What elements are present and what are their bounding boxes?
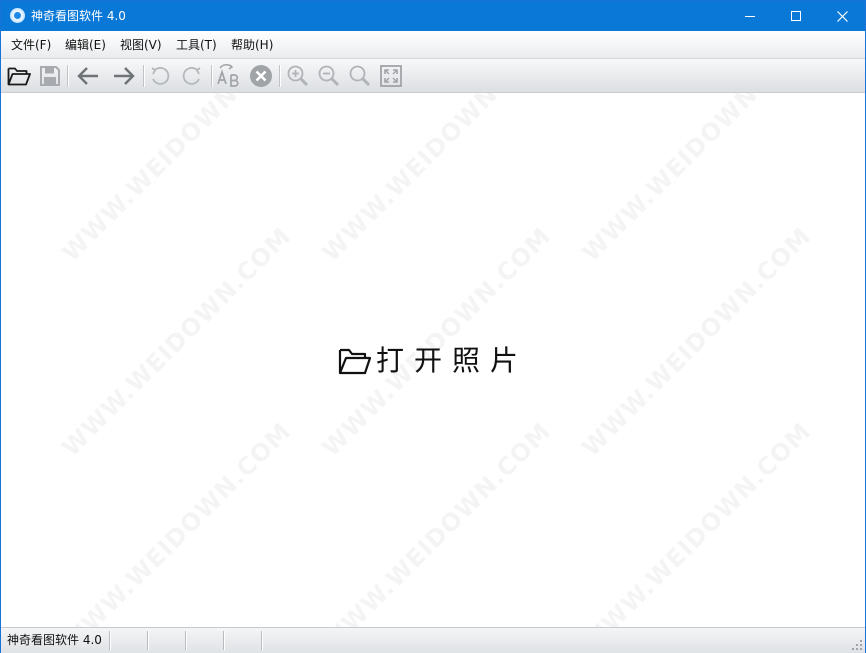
maximize-icon — [791, 11, 801, 21]
delete-button[interactable] — [248, 63, 274, 89]
menu-help[interactable]: 帮助(H) — [231, 37, 273, 53]
open-button[interactable] — [6, 63, 32, 89]
toolbar-separator — [211, 65, 212, 87]
watermark: WWW.WEIDOWN.COM — [57, 222, 297, 462]
arrow-left-icon — [77, 67, 98, 85]
watermark: WWW.WEIDOWN.COM — [317, 417, 557, 627]
maximize-button[interactable] — [773, 1, 819, 31]
zoom-out-icon — [318, 65, 340, 87]
status-separator — [223, 631, 224, 650]
rotate-right-icon — [182, 67, 201, 85]
previous-button[interactable] — [75, 63, 101, 89]
toolbar — [1, 59, 865, 93]
window-title: 神奇看图软件 4.0 — [31, 9, 126, 23]
zoom-actual-icon — [349, 65, 371, 87]
app-window: 神奇看图软件 4.0 文件(F) 编辑(E) 视图(V) 工具(T) 帮助(H) — [0, 0, 866, 653]
minimize-button[interactable] — [727, 1, 773, 31]
rename-button[interactable] — [216, 63, 242, 89]
status-bar: 神奇看图软件 4.0 — [1, 627, 865, 653]
status-text: 神奇看图软件 4.0 — [7, 633, 102, 647]
status-separator — [261, 631, 262, 650]
save-button[interactable] — [37, 63, 63, 89]
rotate-left-button[interactable] — [147, 63, 173, 89]
folder-open-icon — [338, 348, 372, 375]
menu-edit[interactable]: 编辑(E) — [65, 37, 106, 53]
open-photo-button[interactable]: 打开照片 — [338, 341, 528, 381]
menu-file[interactable]: 文件(F) — [11, 37, 51, 53]
toolbar-separator — [67, 65, 68, 87]
status-separator — [185, 631, 186, 650]
zoom-in-icon — [287, 65, 309, 87]
title-bar[interactable]: 神奇看图软件 4.0 — [1, 1, 865, 31]
open-photo-label: 打开照片 — [376, 344, 529, 377]
rename-ab-icon — [217, 64, 239, 87]
app-logo-icon — [10, 8, 25, 23]
watermark: WWW.WEIDOWN.COM — [577, 222, 817, 462]
watermark: WWW.WEIDOWN.COM — [577, 417, 817, 627]
fit-window-icon — [380, 65, 402, 87]
fit-window-button[interactable] — [378, 63, 404, 89]
image-canvas[interactable]: WWW.WEIDOWN.COM WWW.WEIDOWN.COM WWW.WEID… — [1, 93, 865, 627]
arrow-right-icon — [114, 67, 135, 85]
resize-grip-icon[interactable] — [852, 640, 862, 650]
menu-tools[interactable]: 工具(T) — [176, 37, 217, 53]
minimize-icon — [745, 16, 755, 17]
toolbar-separator — [279, 65, 280, 87]
save-icon — [40, 66, 60, 86]
toolbar-separator — [143, 65, 144, 87]
zoom-out-button[interactable] — [316, 63, 342, 89]
menu-bar: 文件(F) 编辑(E) 视图(V) 工具(T) 帮助(H) — [1, 31, 865, 59]
folder-open-icon — [7, 67, 31, 86]
zoom-in-button[interactable] — [285, 63, 311, 89]
status-separator — [147, 631, 148, 650]
zoom-actual-size-button[interactable] — [347, 63, 373, 89]
delete-circle-x-icon — [250, 65, 272, 87]
watermark: WWW.WEIDOWN.COM — [57, 417, 297, 627]
close-button[interactable] — [819, 1, 865, 31]
next-button[interactable] — [111, 63, 137, 89]
menu-view[interactable]: 视图(V) — [120, 37, 162, 53]
rotate-left-icon — [151, 67, 170, 85]
close-icon — [836, 10, 848, 22]
status-separator — [109, 631, 110, 650]
rotate-right-button[interactable] — [179, 63, 205, 89]
